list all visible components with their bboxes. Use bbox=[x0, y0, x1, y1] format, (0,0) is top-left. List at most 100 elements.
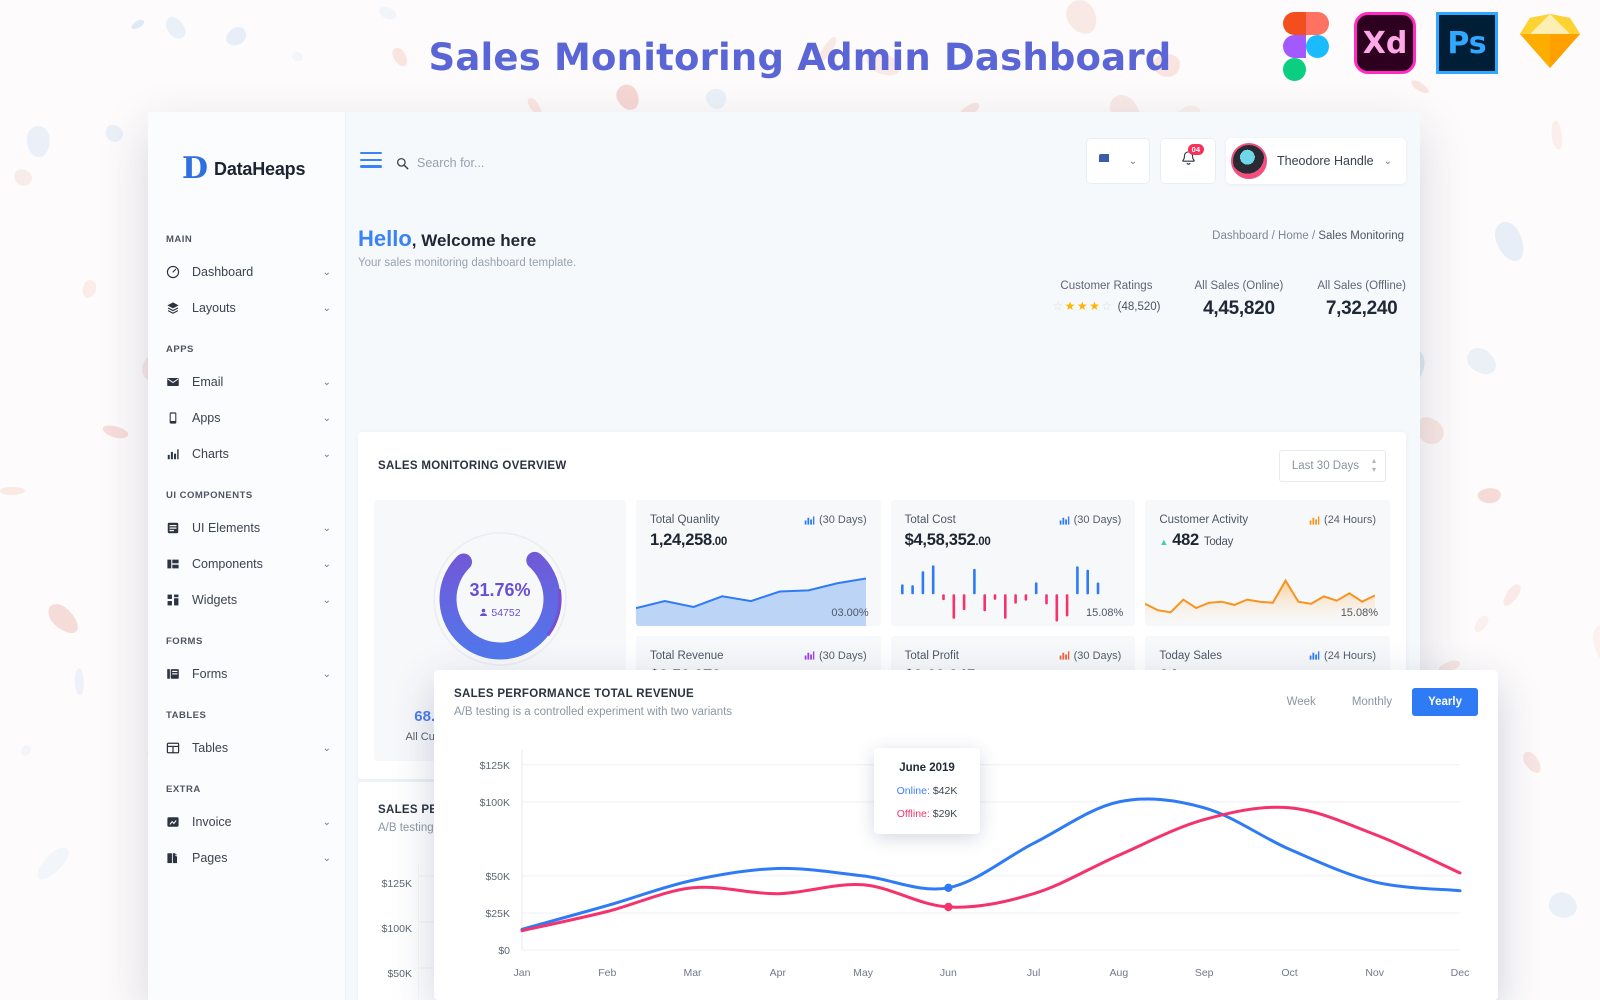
bar-chart-icon bbox=[1059, 650, 1070, 661]
svg-text:Jan: Jan bbox=[514, 967, 531, 979]
chevron-down-icon[interactable]: ⌄ bbox=[323, 377, 331, 388]
topbar-actions: ⌄ 04 Theodore Handle ⌄ bbox=[1086, 138, 1406, 184]
chevron-down-icon[interactable]: ⌄ bbox=[323, 595, 331, 606]
period-tabs: WeekMonthlyYearly bbox=[1271, 688, 1478, 716]
chevron-down-icon[interactable]: ⌄ bbox=[323, 267, 331, 278]
bar-chart-icon bbox=[1059, 515, 1070, 526]
chevron-down-icon[interactable]: ⌄ bbox=[323, 817, 331, 828]
svg-text:Sep: Sep bbox=[1195, 967, 1214, 979]
chevron-down-icon[interactable]: ⌄ bbox=[323, 413, 331, 424]
card-period: (30 Days) bbox=[1059, 514, 1122, 526]
svg-text:Oct: Oct bbox=[1281, 967, 1297, 979]
card-cents: .00 bbox=[975, 536, 990, 548]
chevron-down-icon[interactable]: ⌄ bbox=[323, 669, 331, 680]
sidebar-item-label: Tables bbox=[184, 741, 323, 755]
star-icon: ★ bbox=[1077, 299, 1089, 313]
sketch-logo bbox=[1518, 12, 1586, 80]
star-icon: ★ bbox=[1065, 299, 1077, 313]
sidebar-item-forms[interactable]: Forms⌄ bbox=[148, 656, 345, 692]
card-period: (30 Days) bbox=[1059, 650, 1122, 662]
sidebar-item-invoice[interactable]: Invoice⌄ bbox=[148, 804, 345, 840]
card-cents: .00 bbox=[712, 536, 727, 548]
chart-tooltip: June 2019 Online: $42K Offline: $29K bbox=[874, 748, 980, 834]
sidebar-item-pages[interactable]: Pages⌄ bbox=[148, 840, 345, 876]
bar-chart-icon bbox=[1309, 650, 1320, 661]
svg-text:Nov: Nov bbox=[1365, 967, 1384, 979]
tab-monthly[interactable]: Monthly bbox=[1336, 688, 1408, 716]
brand-logo[interactable]: D DataHeaps bbox=[148, 112, 345, 184]
menu-toggle-button[interactable] bbox=[360, 152, 382, 172]
tab-yearly[interactable]: Yearly bbox=[1412, 688, 1478, 716]
kpi-label: All Sales (Online) bbox=[1195, 280, 1284, 292]
sidebar-item-apps[interactable]: Apps⌄ bbox=[148, 400, 345, 436]
search-field[interactable]: Search for... bbox=[396, 156, 484, 170]
breadcrumb-home[interactable]: Home bbox=[1278, 230, 1309, 242]
chevron-down-icon[interactable]: ⌄ bbox=[323, 743, 331, 754]
date-range-select[interactable]: Last 30 Days ▴▾ bbox=[1279, 450, 1386, 482]
photoshop-label: Ps bbox=[1436, 12, 1498, 74]
sidebar-item-tables[interactable]: Tables⌄ bbox=[148, 730, 345, 766]
form-icon bbox=[166, 667, 184, 681]
sidebar-item-components[interactable]: Components⌄ bbox=[148, 546, 345, 582]
svg-text:May: May bbox=[853, 967, 874, 979]
search-placeholder: Search for... bbox=[417, 156, 484, 170]
grid-icon bbox=[166, 593, 184, 607]
sidebar-item-charts[interactable]: Charts⌄ bbox=[148, 436, 345, 472]
kpi-label: Customer Ratings bbox=[1052, 280, 1160, 292]
sidebar-item-label: Apps bbox=[184, 411, 323, 425]
card-label: Total Cost bbox=[905, 514, 956, 526]
card-label: Today Sales bbox=[1159, 650, 1222, 662]
svg-text:$125K: $125K bbox=[480, 760, 510, 772]
tab-week[interactable]: Week bbox=[1271, 688, 1332, 716]
breadcrumb-current: Sales Monitoring bbox=[1318, 230, 1404, 242]
sidebar-item-layouts[interactable]: Layouts⌄ bbox=[148, 290, 345, 326]
chevron-down-icon[interactable]: ⌄ bbox=[323, 559, 331, 570]
sidebar-item-label: Layouts bbox=[184, 301, 323, 315]
greeting: Hello bbox=[358, 226, 412, 251]
sidebar-section-main: MAIN bbox=[148, 216, 345, 254]
notifications-button[interactable]: 04 bbox=[1160, 138, 1216, 184]
chevron-down-icon[interactable]: ⌄ bbox=[323, 853, 331, 864]
breadcrumb-dashboard[interactable]: Dashboard bbox=[1212, 230, 1268, 242]
list-box-icon bbox=[166, 521, 184, 535]
adobe-xd-logo: Xd bbox=[1354, 12, 1422, 80]
star-icon: ☆ bbox=[1101, 299, 1113, 313]
table-icon bbox=[166, 741, 184, 755]
greeting-rest: , Welcome here bbox=[412, 231, 536, 250]
chevron-down-icon[interactable]: ⌄ bbox=[323, 523, 331, 534]
sidebar-item-email[interactable]: Email⌄ bbox=[148, 364, 345, 400]
sidebar: D DataHeaps MAINDashboard⌄Layouts⌄APPSEm… bbox=[148, 112, 346, 1000]
card-period: (24 Hours) bbox=[1309, 514, 1376, 526]
sidebar-item-label: UI Elements bbox=[184, 521, 323, 535]
chevron-down-icon[interactable]: ⌄ bbox=[323, 303, 331, 314]
svg-text:Jun: Jun bbox=[940, 967, 957, 979]
notification-badge: 04 bbox=[1188, 144, 1203, 155]
user-menu[interactable]: Theodore Handle ⌄ bbox=[1226, 138, 1406, 184]
svg-text:$100K: $100K bbox=[480, 797, 510, 809]
sidebar-section-ui-components: UI COMPONENTS bbox=[148, 472, 345, 510]
photoshop-logo: Ps bbox=[1436, 12, 1504, 80]
sidebar-item-ui-elements[interactable]: UI Elements⌄ bbox=[148, 510, 345, 546]
svg-text:Mar: Mar bbox=[683, 967, 702, 979]
sketch-diamond-icon bbox=[1518, 12, 1582, 70]
topbar: Search for... ⌄ bbox=[346, 112, 1420, 208]
sidebar-item-dashboard[interactable]: Dashboard⌄ bbox=[148, 254, 345, 290]
figma-logo bbox=[1272, 12, 1340, 80]
kpi-row: Customer Ratings☆★★★☆(48,520)All Sales (… bbox=[1052, 280, 1406, 320]
card-customer-activity: Customer Activity(24 Hours)▲ 482Today15.… bbox=[1145, 500, 1390, 626]
card-label: Customer Activity bbox=[1159, 514, 1248, 526]
panel-header: SALES PERFORMANCE TOTAL REVENUE A/B test… bbox=[434, 670, 1498, 718]
sidebar-item-label: Widgets bbox=[184, 593, 323, 607]
sidebar-section-forms: FORMS bbox=[148, 618, 345, 656]
chevron-down-icon[interactable]: ⌄ bbox=[323, 449, 331, 460]
sidebar-item-widgets[interactable]: Widgets⌄ bbox=[148, 582, 345, 618]
donut-people-count: 54752 bbox=[491, 607, 520, 619]
mobile-icon bbox=[166, 411, 184, 425]
donut-chart: 31.76% 54752 bbox=[384, 524, 616, 674]
star-icon: ★ bbox=[1089, 299, 1101, 313]
card-value: 482 bbox=[1172, 531, 1199, 549]
date-range-value: Last 30 Days bbox=[1292, 460, 1359, 472]
language-selector[interactable]: ⌄ bbox=[1086, 138, 1150, 184]
caret-up-icon: ▲ bbox=[1159, 537, 1168, 547]
bar-chart-icon bbox=[804, 515, 815, 526]
